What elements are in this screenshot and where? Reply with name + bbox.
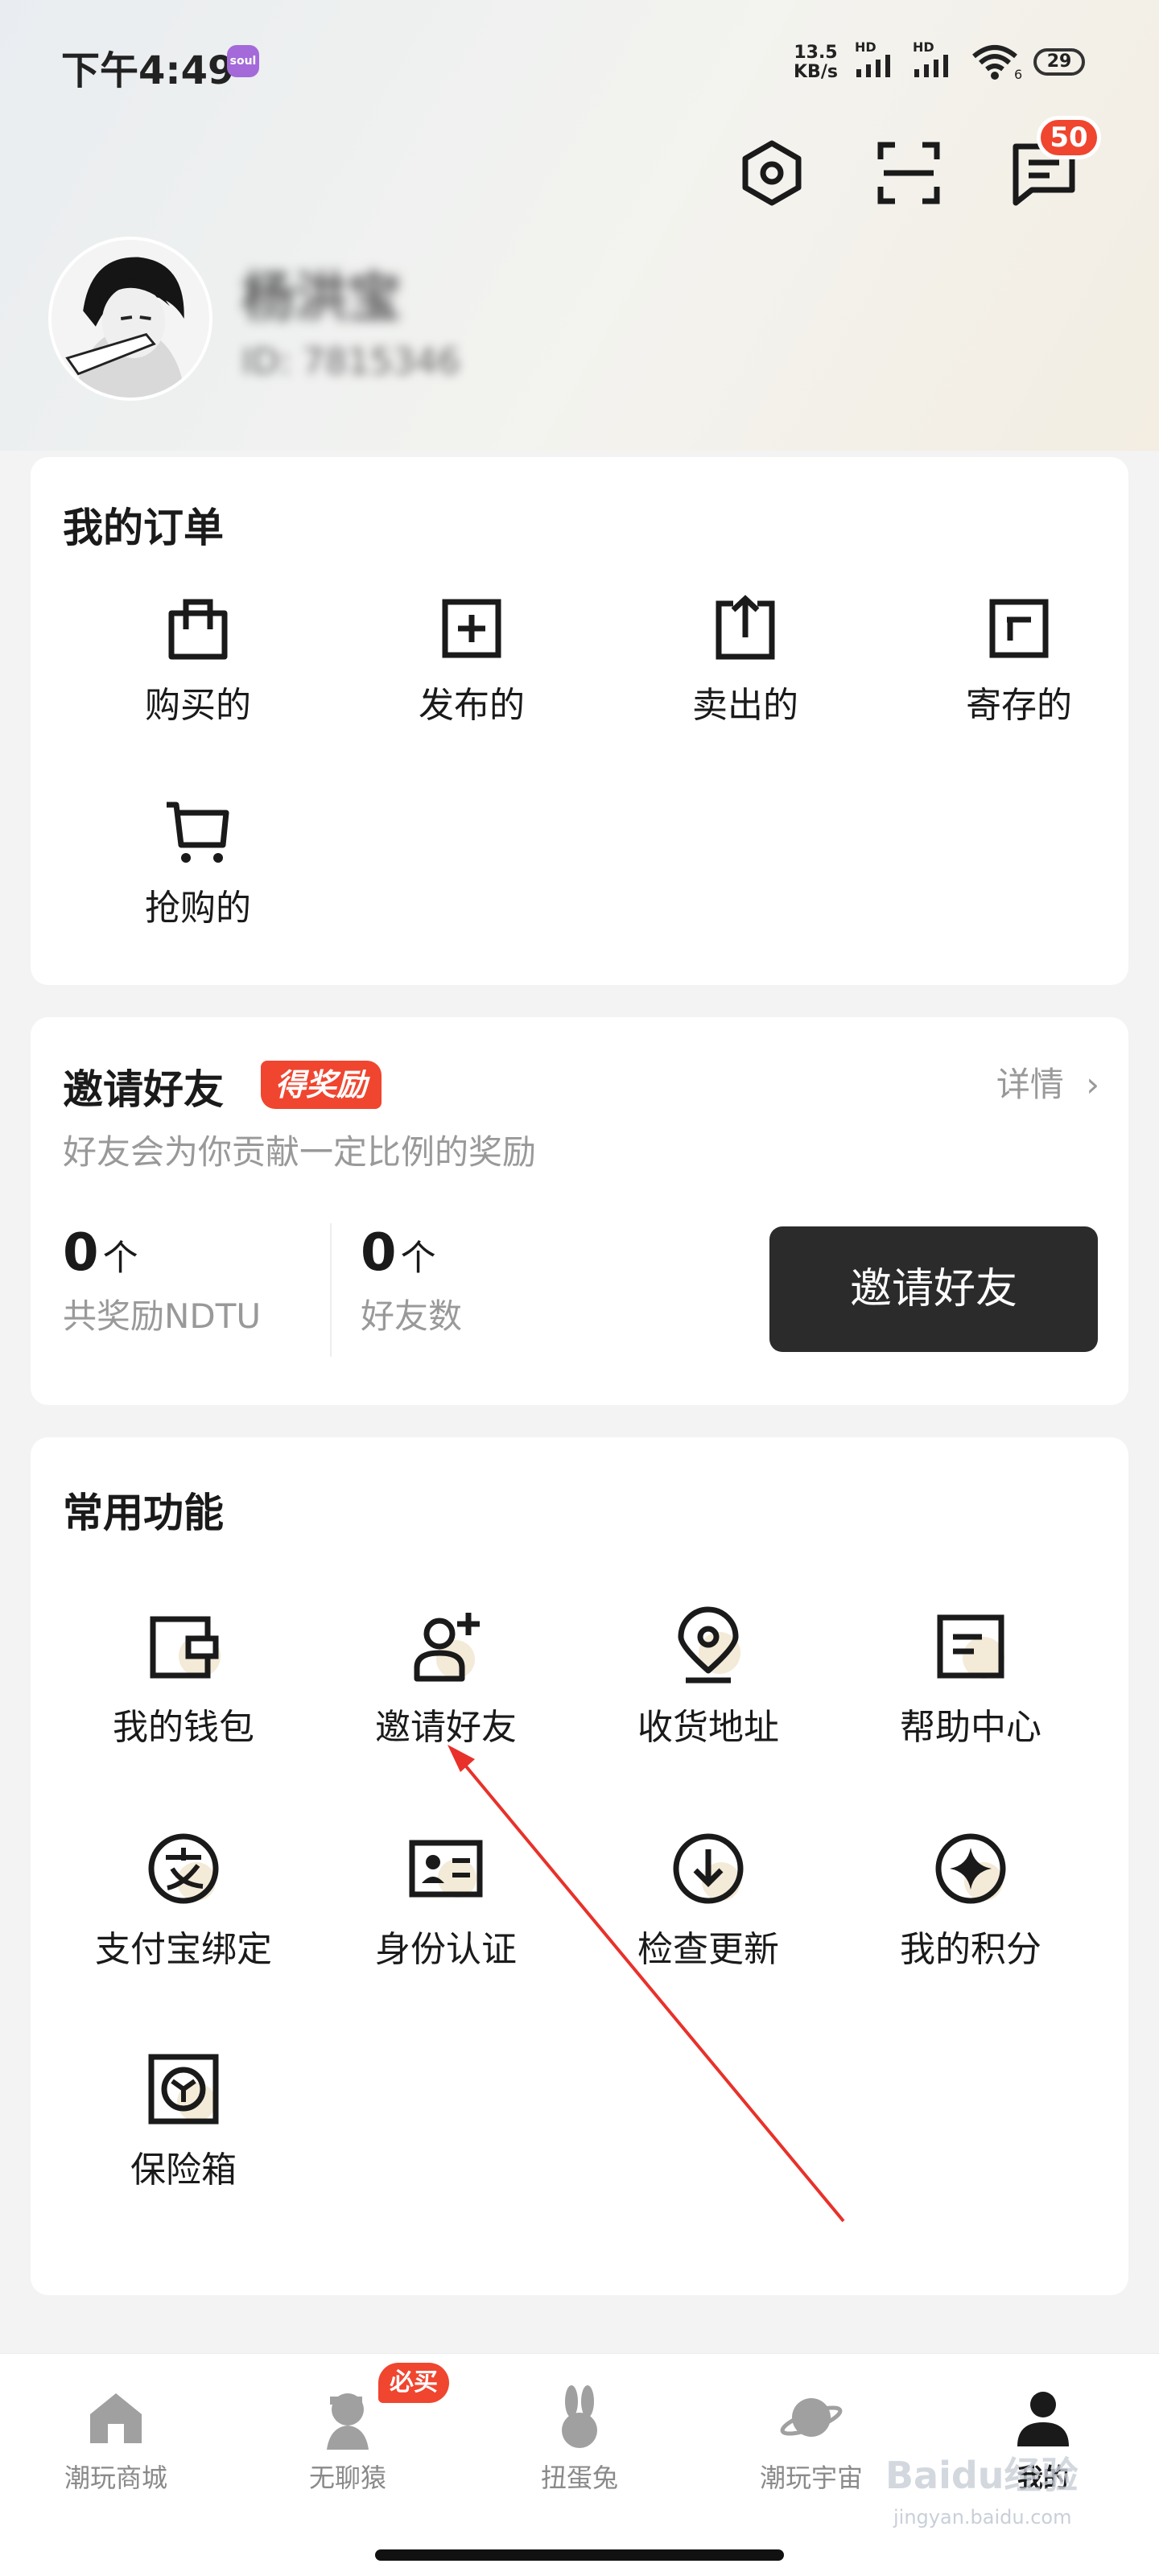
cart-icon	[167, 802, 229, 863]
stat-reward-label: 共奖励NDTU	[63, 1296, 262, 1336]
publish-icon	[442, 599, 501, 658]
invite-card: 邀请好友 得奖励 详情 › 好友会为你贡献一定比例的奖励 0 个 共奖励NDTU…	[31, 1017, 1128, 1405]
order-label: 购买的	[145, 685, 251, 726]
function-label: 我的积分	[900, 1929, 1041, 1970]
username: 杨洪宝	[241, 266, 401, 328]
orders-card: 我的订单 购买的 发布的 卖出的 寄存的 抢购的	[31, 457, 1128, 985]
function-identity[interactable]: 身份认证	[341, 1828, 551, 1972]
update-icon	[673, 1833, 744, 1904]
order-item-bought[interactable]: 购买的	[93, 592, 303, 727]
stat-friends-value: 0	[361, 1223, 397, 1283]
stat-reward: 0 个 共奖励NDTU	[63, 1223, 261, 1338]
chevron-right-icon: ›	[1086, 1065, 1099, 1104]
hd-label: HD	[855, 40, 876, 55]
tab-mall[interactable]: 潮玩商城	[27, 2385, 204, 2495]
order-item-stored[interactable]: 寄存的	[914, 592, 1124, 727]
status-time: 下午4:49	[61, 48, 235, 93]
invite-friends-button[interactable]: 邀请好友	[769, 1226, 1098, 1352]
function-label: 保险箱	[130, 2149, 237, 2191]
signal-icon: HD	[855, 40, 890, 77]
wifi-icon: 6	[972, 45, 1022, 80]
sold-icon	[716, 595, 775, 660]
rabbit-icon	[562, 2385, 597, 2448]
function-check-update[interactable]: 检查更新	[604, 1828, 813, 1972]
stat-reward-unit: 个	[102, 1238, 138, 1279]
function-points[interactable]: 我的积分	[866, 1828, 1075, 1972]
order-item-sold[interactable]: 卖出的	[641, 592, 850, 727]
invite-detail-link[interactable]: 详情 ›	[996, 1057, 1099, 1107]
function-address[interactable]: 收货地址	[604, 1606, 813, 1750]
watermark: Baidu经验	[885, 2454, 1079, 2497]
message-count-badge: 50	[1037, 116, 1101, 159]
invite-subtitle: 好友会为你贡献一定比例的奖励	[63, 1132, 537, 1172]
signal-icon-2: HD	[913, 40, 948, 77]
function-label: 我的钱包	[113, 1707, 254, 1748]
order-label: 卖出的	[692, 685, 798, 726]
reward-tag: 得奖励	[261, 1061, 382, 1109]
hd-label-2: HD	[913, 40, 934, 55]
order-label: 寄存的	[966, 685, 1072, 726]
bag-icon	[168, 599, 228, 660]
scan-icon[interactable]	[872, 137, 945, 209]
wallet-icon	[150, 1616, 221, 1679]
invite-title: 邀请好友	[63, 1066, 224, 1113]
orders-title: 我的订单	[63, 505, 224, 551]
app-notification-icon: soul	[227, 45, 259, 77]
function-label: 支付宝绑定	[95, 1929, 272, 1970]
function-alipay[interactable]: 支付宝绑定	[79, 1828, 288, 1972]
safe-icon	[148, 2054, 219, 2125]
stat-reward-value: 0	[63, 1223, 99, 1283]
function-invite-friends[interactable]: 邀请好友	[341, 1606, 551, 1750]
tab-universe[interactable]: 潮玩宇宙	[723, 2385, 900, 2495]
tab-label: 潮玩商城	[64, 2463, 167, 2493]
order-label: 发布的	[419, 685, 525, 726]
must-buy-badge: 必买	[378, 2363, 449, 2403]
status-bar: 下午4:49 soul 13.5 KB/s HD HD 6 29	[0, 0, 1159, 121]
location-icon	[678, 1606, 740, 1684]
tab-gacha-rabbit[interactable]: 扭蛋兔	[491, 2385, 668, 2495]
order-item-published[interactable]: 发布的	[367, 592, 576, 727]
add-user-icon	[414, 1613, 480, 1682]
order-item-flash-sale[interactable]: 抢购的	[93, 795, 303, 930]
functions-title: 常用功能	[63, 1490, 224, 1536]
user-id: ID: 7815346	[241, 341, 460, 382]
avatar[interactable]	[48, 237, 212, 401]
function-label: 检查更新	[637, 1929, 779, 1970]
watermark-sub: jingyan.baidu.com	[893, 2506, 1072, 2529]
network-speed-unit: KB/s	[794, 62, 838, 82]
stat-friends-unit: 个	[400, 1238, 436, 1279]
detail-label: 详情	[996, 1065, 1064, 1104]
network-speed-value: 13.5	[794, 43, 838, 63]
stat-friends-label: 好友数	[361, 1296, 463, 1336]
wifi-sub: 6	[1014, 67, 1022, 80]
points-icon	[935, 1833, 1006, 1904]
settings-icon[interactable]	[736, 137, 808, 209]
function-safe[interactable]: 保险箱	[79, 2049, 288, 2192]
tab-label: 潮玩宇宙	[759, 2463, 863, 2493]
storage-icon	[989, 599, 1049, 658]
function-help[interactable]: 帮助中心	[866, 1606, 1075, 1750]
function-label: 帮助中心	[900, 1707, 1041, 1748]
home-icon	[90, 2393, 142, 2443]
function-wallet[interactable]: 我的钱包	[79, 1606, 288, 1750]
order-label: 抢购的	[145, 888, 251, 929]
planet-icon	[780, 2398, 843, 2437]
function-label: 邀请好友	[375, 1707, 517, 1748]
id-card-icon	[409, 1840, 483, 1898]
tab-label: 扭蛋兔	[540, 2463, 618, 2493]
network-speed: 13.5 KB/s	[794, 43, 838, 82]
functions-card: 常用功能 我的钱包 邀请好友 收货地址 帮助中心 支付宝绑定 身份认证 检查更新…	[31, 1437, 1128, 2295]
home-indicator[interactable]	[375, 2549, 784, 2561]
alipay-icon	[148, 1833, 219, 1904]
ape-icon	[327, 2393, 369, 2450]
stat-divider	[330, 1223, 332, 1357]
function-label: 收货地址	[637, 1707, 779, 1748]
profile-icon	[1017, 2392, 1069, 2446]
help-doc-icon	[937, 1614, 1004, 1679]
tab-label: 无聊猿	[308, 2463, 386, 2493]
stat-friends: 0 个 好友数	[361, 1223, 462, 1338]
battery-indicator: 29	[1033, 48, 1085, 76]
function-label: 身份认证	[375, 1929, 517, 1970]
